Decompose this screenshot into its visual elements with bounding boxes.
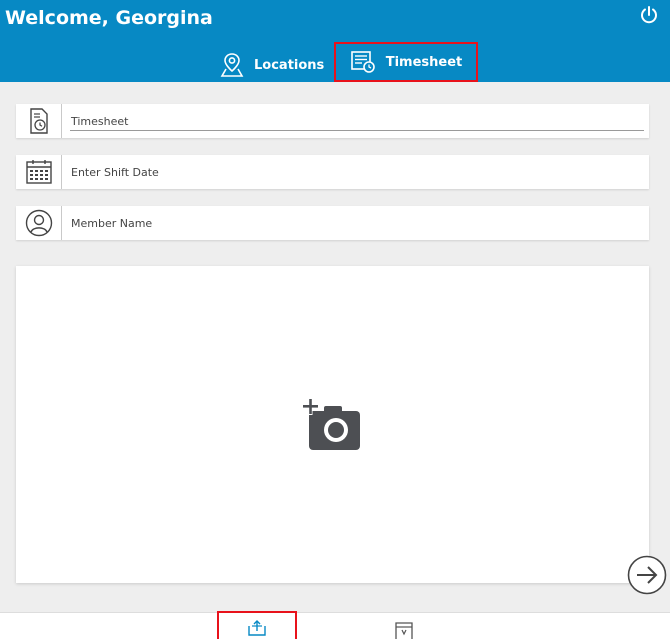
welcome-title: Welcome, Georgina [5,7,213,29]
timesheet-icon [350,51,375,73]
tab-timesheet-label: Timesheet [385,54,463,70]
tab-timesheet[interactable]: Timesheet [334,42,478,82]
add-camera-icon[interactable] [302,398,362,452]
upload-icon [248,620,266,636]
tab-locations[interactable]: Locations [220,48,324,82]
shift-date-field[interactable]: Enter Shift Date [16,155,649,189]
timesheet-field[interactable]: Timesheet [16,104,649,138]
member-name-field[interactable]: Member Name [16,206,649,240]
app-header: Welcome, Georgina Locations Timesheet [0,0,670,82]
bottom-nav-upload[interactable] [217,611,297,639]
shift-date-placeholder: Enter Shift Date [71,165,159,179]
map-pin-icon [220,53,244,77]
member-name-placeholder: Member Name [71,216,153,230]
timesheet-document-icon [16,104,62,138]
timesheet-field-label: Timesheet [71,114,129,128]
document-icon[interactable] [392,620,416,639]
bottom-nav [0,612,670,639]
user-icon [16,206,62,240]
power-icon[interactable] [639,5,659,25]
tab-locations-label: Locations [254,57,325,73]
arrow-right-circle-icon[interactable] [627,555,667,595]
timesheet-underline [70,130,644,131]
calendar-icon [16,155,62,189]
